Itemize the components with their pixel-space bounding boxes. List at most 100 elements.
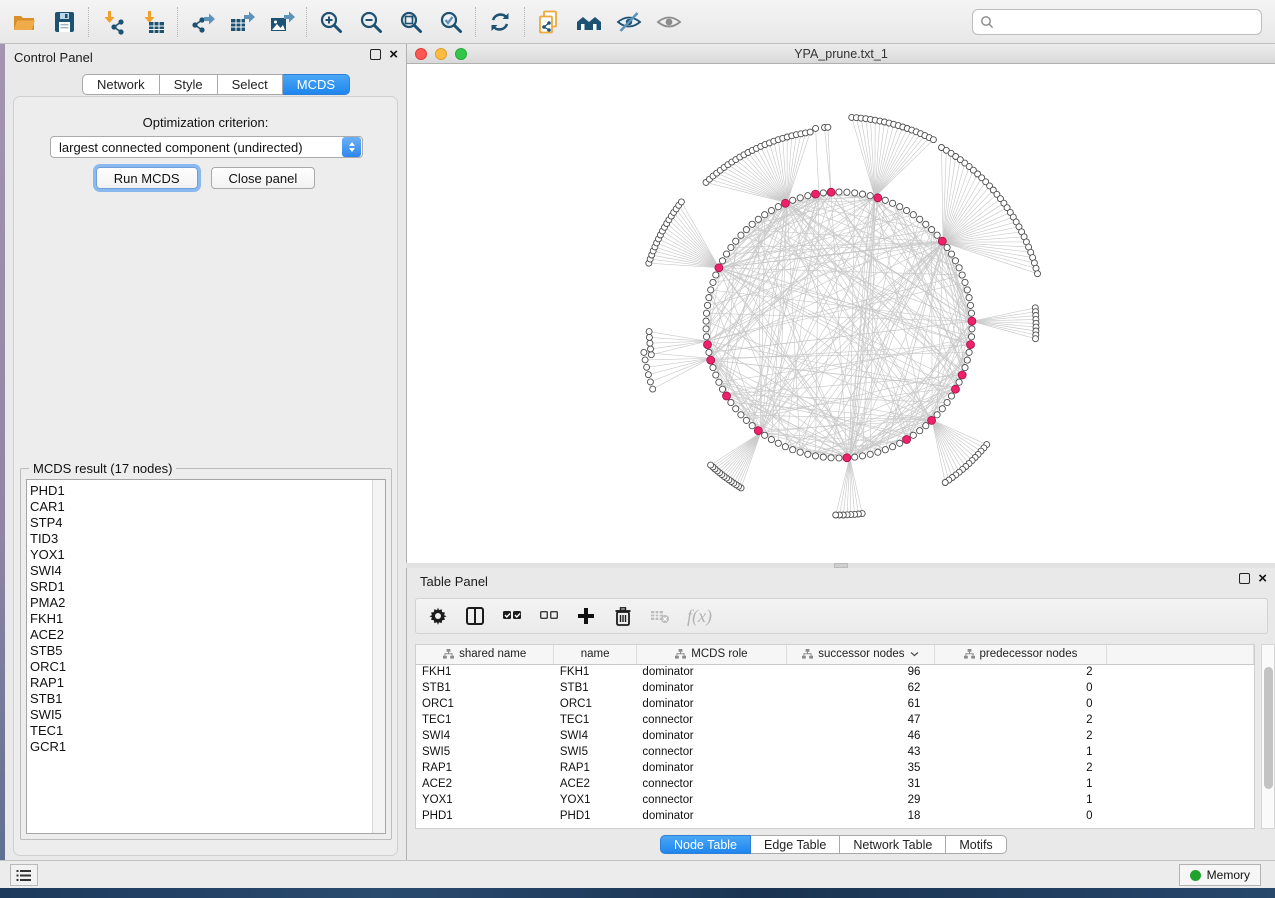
graph-node[interactable] — [969, 326, 975, 332]
refresh-layout-icon[interactable] — [480, 4, 520, 40]
close-table-panel-icon[interactable]: × — [1258, 573, 1267, 584]
graph-node[interactable] — [790, 447, 796, 453]
mcds-result-item[interactable]: STB5 — [30, 643, 371, 659]
table-cell[interactable]: 61 — [786, 696, 934, 712]
table-scrollbar[interactable] — [1261, 644, 1275, 829]
table-tab-network-table[interactable]: Network Table — [840, 835, 946, 854]
graph-node[interactable] — [836, 189, 842, 195]
table-cell[interactable]: 35 — [786, 760, 934, 776]
leaf-node[interactable] — [930, 137, 936, 143]
tab-mcds[interactable]: MCDS — [283, 74, 350, 95]
table-row[interactable]: PHD1PHD1dominator180 — [416, 808, 1254, 824]
memory-button[interactable]: Memory — [1179, 864, 1261, 886]
graph-node[interactable] — [738, 232, 744, 238]
graph-node[interactable] — [939, 406, 945, 412]
table-cell[interactable]: 1 — [934, 776, 1106, 792]
tab-select[interactable]: Select — [218, 74, 283, 95]
table-cell[interactable]: STB1 — [554, 680, 637, 696]
leaf-node[interactable] — [645, 372, 651, 378]
zoom-in-icon[interactable] — [311, 4, 351, 40]
leaf-node[interactable] — [646, 329, 652, 335]
graph-node[interactable] — [859, 191, 865, 197]
mcds-node[interactable] — [723, 392, 731, 400]
table-cell[interactable]: ORC1 — [416, 696, 554, 712]
mcds-result-list[interactable]: PHD1CAR1STP4TID3YOX1SWI4SRD1PMA2FKH1ACE2… — [26, 479, 386, 834]
graph-node[interactable] — [890, 200, 896, 206]
search-box[interactable] — [972, 9, 1262, 35]
zoom-fit-icon[interactable] — [391, 4, 431, 40]
table-cell[interactable]: 29 — [786, 792, 934, 808]
table-tab-motifs[interactable]: Motifs — [946, 835, 1006, 854]
tab-network[interactable]: Network — [82, 74, 160, 95]
graph-node[interactable] — [897, 204, 903, 210]
graph-node[interactable] — [962, 365, 968, 371]
graph-node[interactable] — [762, 432, 768, 438]
first-neighbors-icon[interactable] — [569, 4, 609, 40]
mcds-node[interactable] — [928, 416, 936, 424]
table-cell[interactable]: TEC1 — [554, 712, 637, 728]
graph-node[interactable] — [749, 221, 755, 227]
mcds-node[interactable] — [938, 237, 946, 245]
graph-node[interactable] — [708, 287, 714, 293]
mcds-node[interactable] — [754, 427, 762, 435]
graph-node[interactable] — [929, 227, 935, 233]
graph-node[interactable] — [733, 406, 739, 412]
table-cell[interactable]: 2 — [934, 664, 1106, 680]
unselect-all-icon[interactable] — [539, 604, 559, 628]
graph-node[interactable] — [882, 447, 888, 453]
graph-node[interactable] — [703, 326, 709, 332]
graph-node[interactable] — [755, 216, 761, 222]
mcds-result-item[interactable]: TID3 — [30, 531, 371, 547]
table-row[interactable]: SWI4SWI4dominator462 — [416, 728, 1254, 744]
graph-node[interactable] — [733, 238, 739, 244]
graph-node[interactable] — [867, 451, 873, 457]
leaf-node[interactable] — [647, 379, 653, 385]
table-row[interactable]: STB1STB1dominator620 — [416, 680, 1254, 696]
network-graph[interactable] — [407, 64, 1275, 563]
show-all-icon[interactable] — [649, 4, 689, 40]
table-cell[interactable]: dominator — [636, 680, 786, 696]
graph-node[interactable] — [716, 379, 722, 385]
close-panel-icon[interactable]: × — [389, 49, 398, 60]
graph-node[interactable] — [775, 204, 781, 210]
graph-node[interactable] — [964, 357, 970, 363]
graph-node[interactable] — [820, 190, 826, 196]
table-cell[interactable]: dominator — [636, 696, 786, 712]
open-session-icon[interactable] — [4, 4, 44, 40]
close-panel-button[interactable]: Close panel — [211, 167, 316, 189]
graph-node[interactable] — [836, 455, 842, 461]
table-cell[interactable]: dominator — [636, 808, 786, 824]
graph-node[interactable] — [944, 244, 950, 250]
mcds-result-item[interactable]: PMA2 — [30, 595, 371, 611]
table-cell[interactable]: connector — [636, 744, 786, 760]
table-row[interactable]: FKH1FKH1dominator962 — [416, 664, 1254, 680]
graph-node[interactable] — [948, 251, 954, 257]
table-cell[interactable]: RAP1 — [554, 760, 637, 776]
table-cell[interactable]: 0 — [934, 696, 1106, 712]
mcds-node[interactable] — [707, 356, 715, 364]
graph-node[interactable] — [867, 193, 873, 199]
graph-node[interactable] — [797, 449, 803, 455]
select-all-icon[interactable] — [502, 604, 522, 628]
table-cell[interactable]: 2 — [934, 760, 1106, 776]
mcds-node[interactable] — [958, 371, 966, 379]
create-column-icon[interactable] — [576, 604, 596, 628]
float-panel-icon[interactable] — [370, 49, 381, 60]
network-canvas[interactable] — [407, 64, 1275, 563]
export-network-icon[interactable] — [182, 4, 222, 40]
export-table-icon[interactable] — [222, 4, 262, 40]
mcds-result-item[interactable]: TEC1 — [30, 723, 371, 739]
zoom-selected-icon[interactable] — [431, 4, 471, 40]
table-cell[interactable]: YOX1 — [554, 792, 637, 808]
graph-node[interactable] — [882, 197, 888, 203]
mcds-node[interactable] — [715, 264, 723, 272]
graph-node[interactable] — [719, 386, 725, 392]
table-cell[interactable]: 2 — [934, 712, 1106, 728]
table-cell[interactable]: FKH1 — [416, 664, 554, 680]
graph-node[interactable] — [706, 295, 712, 301]
graph-node[interactable] — [968, 310, 974, 316]
leaf-node[interactable] — [833, 512, 839, 518]
table-cell[interactable]: SWI4 — [416, 728, 554, 744]
graph-node[interactable] — [812, 453, 818, 459]
table-cell[interactable]: 1 — [934, 792, 1106, 808]
